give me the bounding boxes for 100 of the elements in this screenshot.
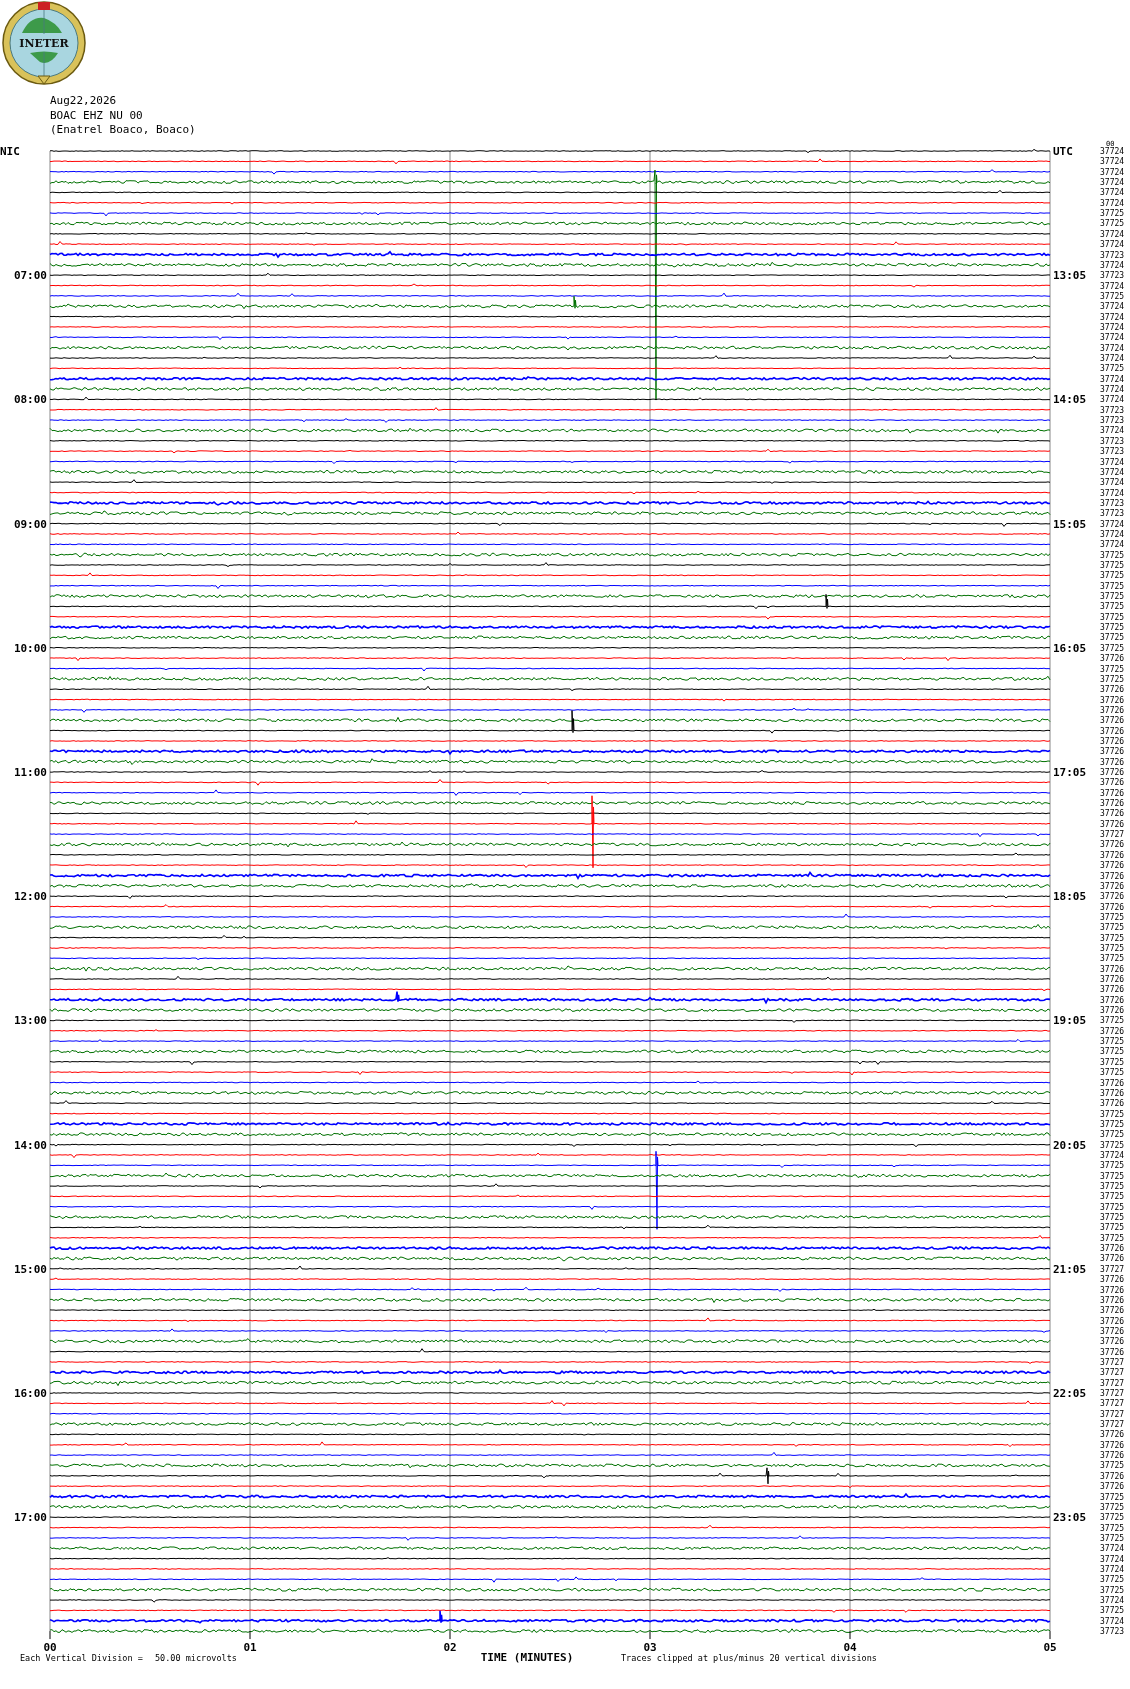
- trace-reading: 37724: [1100, 1596, 1125, 1605]
- scale-label: Each Vertical Division =: [20, 1653, 143, 1664]
- trace-reading: 37726: [1100, 995, 1125, 1005]
- trace-reading: 37726: [1100, 809, 1125, 819]
- trace-reading: 37725: [1100, 1057, 1125, 1067]
- trace-reading: 37726: [1100, 1295, 1125, 1305]
- trace-reading: 37726: [1100, 726, 1125, 736]
- trace-reading: 37726: [1100, 871, 1125, 881]
- channel-label: BOAC EHZ NU 00: [50, 108, 144, 123]
- trace-reading: 37724: [1100, 529, 1125, 539]
- date-label: Aug22,2026: [50, 94, 118, 109]
- trace-reading: 37724: [1100, 426, 1125, 436]
- time-label: 21:05: [1053, 1262, 1087, 1276]
- trace-reading: 37724: [1100, 519, 1125, 529]
- trace-reading: 37724: [1100, 1564, 1125, 1574]
- trace-reading: 37726: [1100, 1078, 1125, 1088]
- time-label: 19:05: [1053, 1014, 1087, 1028]
- trace-reading: 37723: [1100, 509, 1125, 519]
- trace-reading: 37724: [1100, 147, 1125, 156]
- trace-reading: 37726: [1100, 1244, 1125, 1254]
- time-label: 13:05: [1053, 269, 1087, 283]
- trace-reading: 37724: [1100, 167, 1125, 177]
- trace-reading: 37727: [1100, 1409, 1125, 1419]
- trace-reading: 37725: [1100, 592, 1125, 602]
- time-label: 12:00: [13, 890, 47, 904]
- trace-reading: 37724: [1100, 333, 1125, 343]
- time-label: 09:00: [13, 517, 47, 531]
- time-label: 22:05: [1053, 1387, 1087, 1400]
- trace-reading: 37726: [1100, 716, 1125, 726]
- trace-reading: 37725: [1100, 1461, 1125, 1471]
- trace-reading: 37723: [1100, 250, 1125, 260]
- trace-reading: 37726: [1100, 850, 1125, 860]
- trace-reading: 37725: [1100, 1233, 1125, 1243]
- trace-reading: 37724: [1100, 157, 1125, 167]
- trace-reading: 37725: [1100, 1037, 1125, 1047]
- time-label: 18:05: [1053, 890, 1087, 904]
- trace-reading: 37726: [1100, 902, 1125, 912]
- trace-reading: 37724: [1100, 1554, 1125, 1564]
- trace-reading: 37727: [1100, 1357, 1125, 1367]
- trace-reading: 37726: [1100, 1347, 1125, 1357]
- trace-reading: 37725: [1100, 219, 1125, 229]
- trace-reading: 37725: [1100, 954, 1125, 964]
- trace-reading: 37724: [1100, 229, 1125, 239]
- trace-reading: 37725: [1100, 1047, 1125, 1057]
- trace-reading: 37726: [1100, 1088, 1125, 1098]
- trace-reading: 37725: [1100, 1492, 1125, 1502]
- trace-reading: 37726: [1100, 1430, 1125, 1440]
- trace-reading: 37724: [1100, 540, 1125, 550]
- trace-reading: 37725: [1100, 1130, 1125, 1140]
- trace-reading: 37726: [1100, 892, 1125, 902]
- trace-reading: 37725: [1100, 1140, 1125, 1150]
- axis-tick-label: 05: [1043, 1641, 1057, 1655]
- trace-reading: 37726: [1100, 819, 1125, 829]
- trace-reading: 37724: [1100, 198, 1125, 208]
- trace-reading: 37726: [1100, 1275, 1125, 1285]
- trace-reading: 37724: [1100, 302, 1125, 312]
- trace-reading: 37724: [1100, 354, 1125, 363]
- clip-note: Traces clipped at plus/minus 20 vertical divisions: [621, 1653, 877, 1664]
- trace-reading: 37725: [1100, 291, 1125, 301]
- trace-reading: 37727: [1100, 1264, 1125, 1274]
- time-label: 13:00: [13, 1014, 47, 1028]
- trace-reading: 37726: [1100, 1254, 1125, 1264]
- trace-reading: 37726: [1100, 1099, 1125, 1109]
- trace-reading: 37723: [1100, 498, 1125, 508]
- trace-reading: 37725: [1100, 1171, 1125, 1181]
- time-label: 15:05: [1053, 517, 1087, 531]
- trace-reading: 37726: [1100, 1326, 1125, 1336]
- trace-reading: 37725: [1100, 550, 1125, 560]
- trace-reading: 37725: [1100, 1223, 1125, 1233]
- trace-reading: 37724: [1100, 478, 1125, 488]
- time-label: 16:05: [1053, 641, 1087, 655]
- axis-tick-label: 03: [643, 1641, 657, 1655]
- time-label: 20:05: [1053, 1138, 1087, 1152]
- trace-reading: 37724: [1100, 1150, 1125, 1160]
- timezone-label: NIC: [0, 145, 20, 158]
- trace-reading: 37724: [1100, 260, 1125, 270]
- trace-reading: 37725: [1100, 1068, 1125, 1078]
- trace-reading: 37727: [1100, 1420, 1125, 1430]
- trace-reading: 37726: [1100, 1482, 1125, 1492]
- trace-reading: 37726: [1100, 747, 1125, 757]
- trace-reading: 37725: [1100, 1109, 1125, 1119]
- trace-reading: 37726: [1100, 985, 1125, 995]
- trace-reading: 37727: [1100, 1368, 1125, 1378]
- trace-reading: 37725: [1100, 1513, 1125, 1523]
- axis-tick-label: 00: [43, 1641, 57, 1655]
- trace-reading: 37726: [1100, 861, 1125, 871]
- time-label: 07:00: [13, 269, 47, 283]
- trace-reading: 37726: [1100, 1006, 1125, 1016]
- trace-reading: 37724: [1100, 322, 1125, 332]
- trace-reading: 37726: [1100, 881, 1125, 891]
- trace-reading: 37726: [1100, 1337, 1125, 1347]
- trace-reading: 37726: [1100, 1451, 1125, 1461]
- trace-reading: 37725: [1100, 1161, 1125, 1171]
- logo-text: INETER: [19, 37, 69, 50]
- trace-reading: 37726: [1100, 768, 1125, 777]
- trace-reading: 37725: [1100, 1606, 1125, 1616]
- trace-reading: 37726: [1100, 757, 1125, 767]
- trace-reading: 37726: [1100, 1285, 1125, 1295]
- trace-reading: 37724: [1100, 1544, 1125, 1554]
- time-label: 17:00: [13, 1511, 47, 1525]
